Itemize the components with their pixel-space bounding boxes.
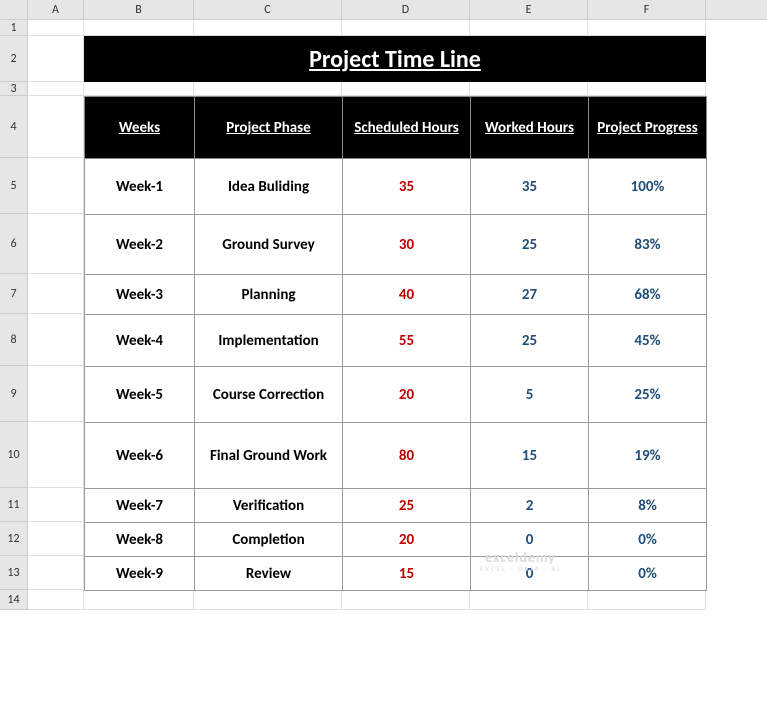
cell-week[interactable]: Week-9 (85, 557, 195, 591)
cell-worked[interactable]: 35 (471, 159, 589, 215)
table-row: Week-7Verification2528% (85, 489, 707, 523)
row-header-1[interactable]: 1 (0, 20, 27, 36)
corner-cell (0, 0, 28, 19)
column-header-B[interactable]: B (84, 0, 194, 19)
row-headers: 1234567891011121314 (0, 20, 28, 610)
cell-scheduled[interactable]: 55 (343, 315, 471, 367)
cell-scheduled[interactable]: 25 (343, 489, 471, 523)
cell-week[interactable]: Week-8 (85, 523, 195, 557)
cell-phase[interactable]: Idea Buliding (195, 159, 343, 215)
row-header-13[interactable]: 13 (0, 556, 27, 590)
column-headers: ABCDEF (0, 0, 767, 20)
table-row: Week-3Planning402768% (85, 275, 707, 315)
cell-phase[interactable]: Implementation (195, 315, 343, 367)
column-header-F[interactable]: F (588, 0, 706, 19)
row-header-2[interactable]: 2 (0, 36, 27, 82)
cell-worked[interactable]: 25 (471, 215, 589, 275)
cell-progress[interactable]: 0% (589, 557, 707, 591)
cell-phase[interactable]: Planning (195, 275, 343, 315)
cell-progress[interactable]: 83% (589, 215, 707, 275)
header-weeks[interactable]: Weeks (85, 97, 195, 159)
cell-week[interactable]: Week-2 (85, 215, 195, 275)
cell-progress[interactable]: 45% (589, 315, 707, 367)
cell-phase[interactable]: Course Correction (195, 367, 343, 423)
cell-scheduled[interactable]: 20 (343, 523, 471, 557)
table-row: Week-9Review1500% (85, 557, 707, 591)
column-header-E[interactable]: E (470, 0, 588, 19)
cell-worked[interactable]: 15 (471, 423, 589, 489)
row-header-8[interactable]: 8 (0, 314, 27, 366)
cell-progress[interactable]: 8% (589, 489, 707, 523)
column-header-C[interactable]: C (194, 0, 342, 19)
cell-week[interactable]: Week-1 (85, 159, 195, 215)
table-row: Week-1Idea Buliding3535100% (85, 159, 707, 215)
row-header-6[interactable]: 6 (0, 214, 27, 274)
header-phase[interactable]: Project Phase (195, 97, 343, 159)
row-header-4[interactable]: 4 (0, 96, 27, 158)
cell-week[interactable]: Week-3 (85, 275, 195, 315)
cell-phase[interactable]: Verification (195, 489, 343, 523)
cell-scheduled[interactable]: 80 (343, 423, 471, 489)
cell-worked[interactable]: 27 (471, 275, 589, 315)
title-text: Project Time Line (309, 45, 481, 74)
cell-phase[interactable]: Ground Survey (195, 215, 343, 275)
cell-worked[interactable]: 2 (471, 489, 589, 523)
row-header-3[interactable]: 3 (0, 82, 27, 96)
header-progress[interactable]: Project Progress (589, 97, 707, 159)
cell-scheduled[interactable]: 40 (343, 275, 471, 315)
cell-worked[interactable]: 5 (471, 367, 589, 423)
row-header-5[interactable]: 5 (0, 158, 27, 214)
cell-phase[interactable]: Completion (195, 523, 343, 557)
cell-scheduled[interactable]: 15 (343, 557, 471, 591)
data-table: Weeks Project Phase Scheduled Hours Work… (84, 96, 707, 591)
page-title: Project Time Line (84, 36, 706, 82)
row-header-12[interactable]: 12 (0, 522, 27, 556)
cell-week[interactable]: Week-5 (85, 367, 195, 423)
cell-scheduled[interactable]: 35 (343, 159, 471, 215)
table-row: Week-2Ground Survey302583% (85, 215, 707, 275)
row-header-11[interactable]: 11 (0, 488, 27, 522)
column-header-A[interactable]: A (28, 0, 84, 19)
cell-progress[interactable]: 25% (589, 367, 707, 423)
cell-worked[interactable]: 0 (471, 557, 589, 591)
table-row: Week-8Completion2000% (85, 523, 707, 557)
row-header-14[interactable]: 14 (0, 590, 27, 610)
cell-worked[interactable]: 0 (471, 523, 589, 557)
cell-week[interactable]: Week-4 (85, 315, 195, 367)
header-scheduled[interactable]: Scheduled Hours (343, 97, 471, 159)
header-worked[interactable]: Worked Hours (471, 97, 589, 159)
cell-scheduled[interactable]: 30 (343, 215, 471, 275)
table-row: Week-5Course Correction20525% (85, 367, 707, 423)
cell-week[interactable]: Week-6 (85, 423, 195, 489)
cell-phase[interactable]: Final Ground Work (195, 423, 343, 489)
cell-worked[interactable]: 25 (471, 315, 589, 367)
header-row: Weeks Project Phase Scheduled Hours Work… (85, 97, 707, 159)
cell-phase[interactable]: Review (195, 557, 343, 591)
table-row: Week-4Implementation552545% (85, 315, 707, 367)
cell-scheduled[interactable]: 20 (343, 367, 471, 423)
table-row: Week-6Final Ground Work801519% (85, 423, 707, 489)
cell-progress[interactable]: 0% (589, 523, 707, 557)
cell-week[interactable]: Week-7 (85, 489, 195, 523)
row-header-7[interactable]: 7 (0, 274, 27, 314)
cell-progress[interactable]: 19% (589, 423, 707, 489)
row-header-10[interactable]: 10 (0, 422, 27, 488)
spreadsheet: ABCDEF 1234567891011121314 Project Time … (0, 0, 767, 20)
cell-progress[interactable]: 100% (589, 159, 707, 215)
column-header-D[interactable]: D (342, 0, 470, 19)
cell-progress[interactable]: 68% (589, 275, 707, 315)
row-header-9[interactable]: 9 (0, 366, 27, 422)
grid-area[interactable]: Project Time Line Weeks Project Phase Sc… (28, 20, 706, 610)
